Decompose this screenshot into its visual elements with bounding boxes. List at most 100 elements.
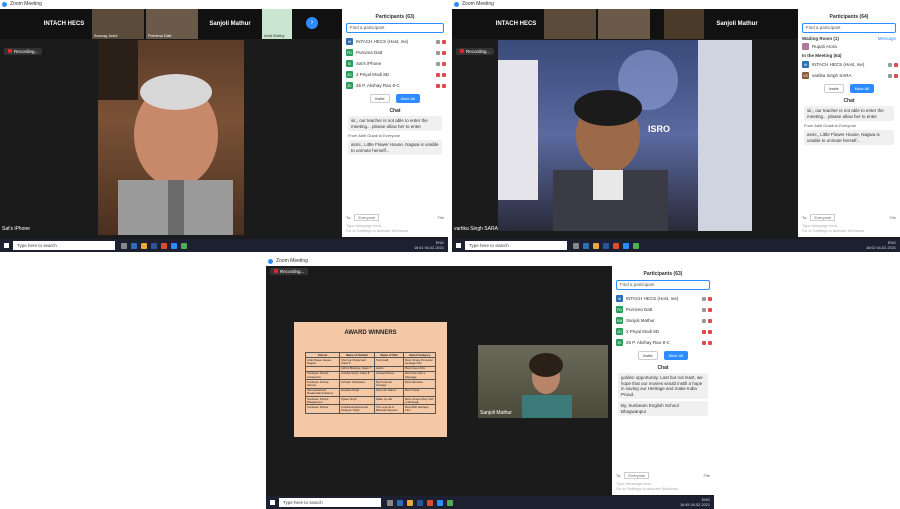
- participant-row[interactable]: 2D 2 Priyal Modi 8D: [612, 326, 714, 337]
- title-bar: Zoom Meeting: [266, 257, 714, 266]
- windows-start-icon[interactable]: [456, 243, 461, 248]
- participant-row[interactable]: 2K 26 P. Akshay Rao 8-C: [612, 337, 714, 348]
- gallery-tile[interactable]: Purnima Datt: [146, 9, 198, 39]
- recording-label: Recording...: [14, 49, 39, 54]
- participant-row[interactable]: IH INTACH HECS (Host, me): [612, 293, 714, 304]
- windows-taskbar: Type here to search ENG 16:01 04-02-2021: [0, 239, 448, 252]
- file-explorer-icon[interactable]: [593, 242, 599, 249]
- video-off-icon: [442, 83, 446, 88]
- recipient-select[interactable]: Everyone: [624, 472, 650, 479]
- gallery-tile[interactable]: INTACH HECS: [38, 9, 90, 39]
- windows-start-icon[interactable]: [4, 243, 9, 248]
- invite-button[interactable]: Invite: [824, 84, 844, 93]
- task-view-icon[interactable]: [573, 242, 579, 249]
- table-cell: Best Unique Story with a Message: [403, 396, 436, 406]
- mic-icon: [436, 50, 440, 55]
- task-view-icon[interactable]: [387, 499, 393, 506]
- file-button[interactable]: File: [890, 215, 896, 220]
- word-icon[interactable]: [603, 242, 609, 249]
- zoom-taskbar-icon[interactable]: [623, 242, 629, 249]
- table-cell: Avinash Srivastava: [339, 379, 376, 389]
- task-view-icon[interactable]: [121, 242, 127, 249]
- file-explorer-icon[interactable]: [141, 242, 147, 249]
- waiting-participant-row[interactable]: Rupali Arora: [798, 41, 900, 52]
- participant-row[interactable]: PD Purnima Datt: [342, 47, 448, 58]
- windows-taskbar: Type here to search ENG 16:45 04-02-2021: [266, 496, 714, 509]
- participant-name: INTACH HECS (Host, me): [812, 62, 865, 67]
- avatar: 2K: [616, 339, 623, 346]
- chat-message: sir,, our teacher is not able to enter t…: [348, 116, 442, 131]
- table-cell: Ojasvi Singh: [339, 396, 376, 406]
- participant-search-input[interactable]: Find a participant: [616, 280, 710, 290]
- invite-button[interactable]: Invite: [638, 351, 658, 360]
- table-cell: My Personal Heritage: [374, 379, 405, 389]
- participant-row[interactable]: PD Purnima Datt: [612, 304, 714, 315]
- gallery-tile[interactable]: [664, 9, 704, 39]
- recipient-select[interactable]: Everyone: [810, 214, 836, 221]
- windows-taskbar: Type here to search ENG 16:02 04-02-2021: [452, 239, 900, 252]
- avatar: 2D: [616, 328, 623, 335]
- activate-windows-hint: Go to Settings to activate Windows.: [616, 486, 680, 491]
- word-icon[interactable]: [417, 499, 423, 506]
- edge-icon[interactable]: [583, 242, 589, 249]
- taskbar-search[interactable]: Type here to search: [13, 241, 115, 250]
- chrome-icon[interactable]: [447, 499, 453, 506]
- participant-row[interactable]: 2K 26 P. Akshay Rao 8-C: [342, 80, 448, 91]
- file-explorer-icon[interactable]: [407, 499, 413, 506]
- chrome-icon[interactable]: [181, 242, 187, 249]
- gallery-tile[interactable]: Anurag Joshi: [92, 9, 144, 39]
- participant-row[interactable]: SI Sat's iPhone: [342, 58, 448, 69]
- message-button[interactable]: Message: [878, 36, 896, 41]
- taskbar-search[interactable]: Type here to search: [279, 498, 381, 507]
- tile-name: INTACH HECS: [495, 21, 537, 27]
- mute-all-button[interactable]: Mute All: [663, 351, 688, 360]
- taskbar-search[interactable]: Type here to search: [465, 241, 567, 250]
- zoom-taskbar-icon[interactable]: [171, 242, 177, 249]
- record-icon: [8, 49, 12, 53]
- gallery-tile[interactable]: Amit Bobby: [262, 9, 292, 39]
- participant-name: Sanjoli Mathur: [626, 318, 655, 323]
- gallery-tile[interactable]: Sanjoli Mathur: [200, 9, 260, 39]
- gallery-tile[interactable]: [598, 9, 650, 39]
- edge-icon[interactable]: [131, 242, 137, 249]
- word-icon[interactable]: [151, 242, 157, 249]
- participant-search-input[interactable]: Find a participant: [346, 23, 444, 33]
- gallery-tile[interactable]: INTACH HECS: [490, 9, 542, 39]
- clock-date: 04-02-2021: [424, 245, 444, 250]
- participant-row[interactable]: VS vartika Singh SARA: [798, 70, 900, 81]
- powerpoint-icon[interactable]: [161, 242, 167, 249]
- table-row: Sant Atulanand Residential Academy Hansik…: [304, 387, 436, 398]
- chat-message: asmi,, Little Flower House, Nagwa is una…: [348, 140, 442, 155]
- participant-row[interactable]: IH INTACH HECS (Host, me): [798, 59, 900, 70]
- gallery-tile[interactable]: Sanjoli Mathur: [707, 9, 767, 39]
- table-cell: Sunbeam School: [304, 404, 341, 414]
- table-row: Sunbeam School, Bhagwanpur Ojasvi Singh Wa…: [304, 396, 436, 406]
- windows-start-icon[interactable]: [270, 500, 275, 505]
- table-cell: Sunbeam School, Varuna: [304, 379, 341, 389]
- edge-icon[interactable]: [397, 499, 403, 506]
- participants-title: Participants (63): [375, 14, 415, 20]
- mute-all-button[interactable]: Mute All: [395, 94, 420, 103]
- participant-name: 2 Priyal Modi 8D: [356, 72, 390, 77]
- recipient-select[interactable]: Everyone: [354, 214, 380, 221]
- speaker-video-thumbnail[interactable]: Sanjoli Mathur: [478, 345, 608, 418]
- participant-search-input[interactable]: Find a participant: [802, 23, 896, 33]
- participant-row[interactable]: 2D 2 Priyal Modi 8D: [342, 69, 448, 80]
- video-off-icon: [708, 318, 712, 323]
- participant-row[interactable]: SM Sanjoli Mathur: [612, 315, 714, 326]
- gallery-tile[interactable]: [544, 9, 596, 39]
- powerpoint-icon[interactable]: [613, 242, 619, 249]
- speaker-figure: [522, 353, 572, 418]
- next-page-button[interactable]: ›: [306, 17, 318, 29]
- chrome-icon[interactable]: [633, 242, 639, 249]
- mute-all-button[interactable]: Mute All: [849, 84, 874, 93]
- participant-row[interactable]: IH INTACH HECS (Host, me): [342, 36, 448, 47]
- side-panel: Participants (64) Find a participant Wai…: [798, 9, 900, 237]
- participant-name: vartika Singh SARA: [812, 73, 852, 78]
- file-button[interactable]: File: [438, 215, 444, 220]
- powerpoint-icon[interactable]: [427, 499, 433, 506]
- zoom-taskbar-icon[interactable]: [437, 499, 443, 506]
- chat-composer: To: Everyone File Type message here... Go …: [616, 472, 710, 491]
- file-button[interactable]: File: [704, 473, 710, 478]
- invite-button[interactable]: Invite: [370, 94, 390, 103]
